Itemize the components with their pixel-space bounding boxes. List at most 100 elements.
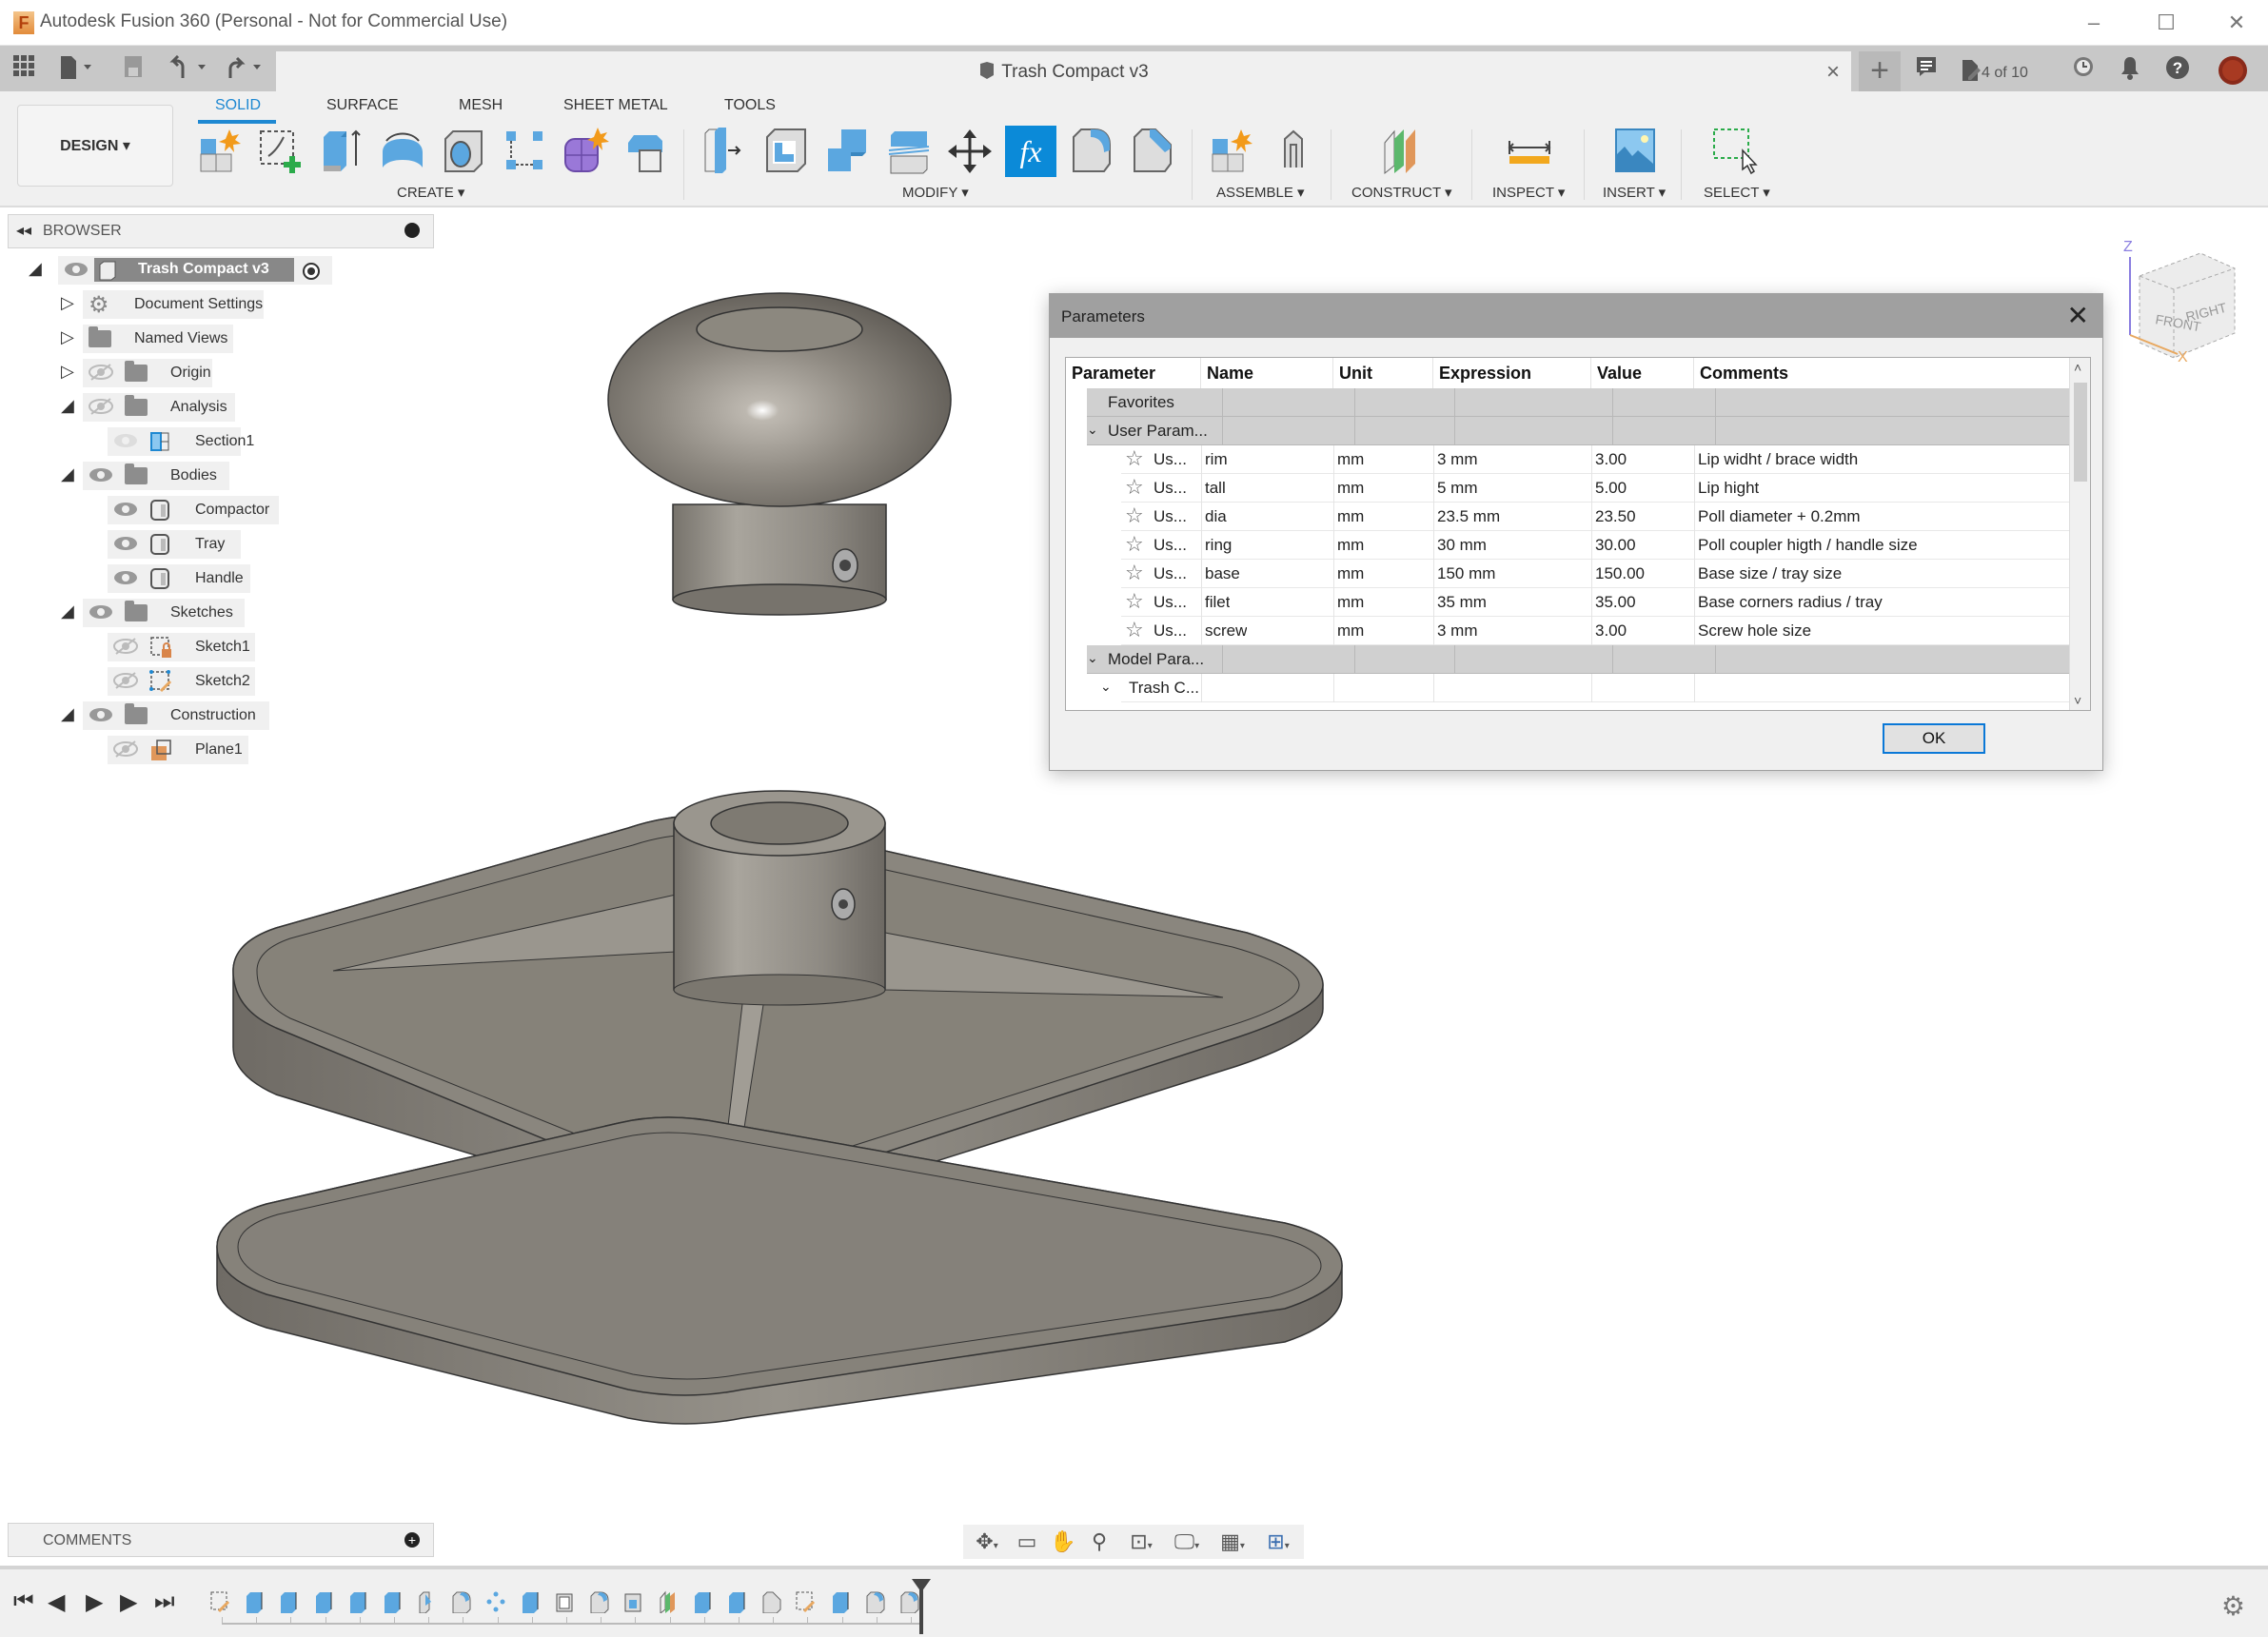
save-icon[interactable] — [124, 55, 143, 82]
parameter-unit[interactable]: mm — [1337, 593, 1364, 612]
timeline-feature-fillet-icon[interactable] — [864, 1590, 885, 1613]
timeline-feature-fillet-icon[interactable] — [450, 1590, 471, 1613]
redo-icon[interactable] — [225, 55, 266, 82]
notifications-icon[interactable] — [2115, 55, 2145, 86]
zoom-icon[interactable]: ⚲ — [1085, 1529, 1114, 1555]
favorite-star-icon[interactable]: ☆ — [1125, 618, 1144, 642]
minimize-button[interactable]: – — [2075, 8, 2113, 38]
parameter-comment[interactable]: Base corners radius / tray — [1698, 593, 1883, 612]
new-tab-button[interactable]: + — [1859, 51, 1901, 91]
chamfer-tool[interactable] — [1127, 126, 1178, 177]
scroll-up-icon[interactable]: ˄ — [2074, 360, 2081, 375]
step-back-icon[interactable]: ◀ — [48, 1588, 65, 1616]
collapse-node-icon[interactable]: ◢ — [61, 464, 74, 484]
new-component-tool[interactable] — [195, 126, 247, 177]
dialog-close-button[interactable]: ✕ — [2067, 300, 2089, 331]
tab-solid[interactable]: SOLID — [215, 97, 261, 114]
clock-icon[interactable] — [2068, 55, 2099, 86]
browser-node-named-views[interactable]: Named Views — [83, 325, 233, 353]
eye-hidden-icon[interactable] — [113, 672, 138, 689]
eye-icon[interactable] — [64, 261, 89, 278]
document-tab[interactable]: Trash Compact v3 × — [276, 51, 1851, 93]
orbit-icon[interactable]: ✥▾ — [967, 1529, 1007, 1555]
workspace-switcher[interactable]: DESIGN ▾ — [17, 105, 173, 187]
display-settings-icon[interactable]: 🖵▾ — [1167, 1529, 1207, 1555]
expand-node-icon[interactable]: ▷ — [61, 362, 74, 382]
parameter-row[interactable]: ☆ Us... dia mm 23.5 mm 23.50 Poll diameter + 0… — [1121, 503, 2071, 531]
parameter-unit[interactable]: mm — [1337, 621, 1364, 641]
dialog-title-bar[interactable]: Parameters ✕ — [1050, 294, 2102, 338]
create-sketch-tool[interactable] — [255, 126, 306, 177]
expand-node-icon[interactable]: ▷ — [61, 327, 74, 347]
browser-node-compactor[interactable]: Compactor — [108, 496, 279, 524]
parameter-unit[interactable]: mm — [1337, 536, 1364, 555]
add-comment-icon[interactable]: + — [404, 1532, 420, 1548]
close-window-button[interactable]: ✕ — [2218, 8, 2256, 38]
eye-hidden-icon[interactable] — [89, 398, 113, 415]
eye-icon[interactable] — [113, 535, 138, 552]
timeline-feature-shell-icon[interactable] — [554, 1590, 575, 1613]
timeline-feature-extrude-icon[interactable] — [726, 1590, 747, 1613]
help-icon[interactable]: ? — [2162, 55, 2193, 86]
timeline-feature-extrude-icon[interactable] — [278, 1590, 299, 1613]
column-header-parameter[interactable]: Parameter — [1066, 358, 1201, 388]
timeline-feature-sketch-icon[interactable] — [795, 1590, 816, 1613]
eye-icon[interactable] — [89, 603, 113, 621]
parameter-row[interactable]: ☆ Us... ring mm 30 mm 30.00 Poll coupler higth… — [1121, 531, 2071, 560]
inspect-menu[interactable]: INSPECT ▾ — [1492, 184, 1565, 201]
column-header-value[interactable]: Value — [1591, 358, 1694, 388]
parameter-row[interactable]: ☆ Us... tall mm 5 mm 5.00 Lip hight — [1121, 474, 2071, 503]
new-component-assemble-tool[interactable] — [1207, 126, 1258, 177]
change-parameters-tool[interactable]: fx — [1005, 126, 1056, 177]
parameter-name[interactable]: rim — [1205, 450, 1228, 469]
collapse-browser-icon[interactable]: ◂◂ — [16, 221, 31, 240]
insert-canvas-tool[interactable] — [1608, 126, 1660, 177]
parameter-name[interactable]: filet — [1205, 593, 1230, 612]
parameter-name[interactable]: tall — [1205, 479, 1226, 498]
user-avatar[interactable] — [2218, 55, 2248, 86]
eye-icon[interactable] — [89, 466, 113, 483]
timeline-marker[interactable] — [912, 1579, 931, 1634]
parameter-expression[interactable]: 3 mm — [1437, 450, 1478, 469]
browser-node-bodies[interactable]: Bodies — [83, 462, 229, 490]
column-header-expression[interactable]: Expression — [1433, 358, 1591, 388]
parameter-expression[interactable]: 30 mm — [1437, 536, 1487, 555]
timeline-settings-icon[interactable]: ⚙ — [2221, 1590, 2245, 1622]
parameter-name[interactable]: screw — [1205, 621, 1247, 641]
model-component-row[interactable]: ⌄ Trash C... — [1100, 674, 2071, 702]
file-icon[interactable] — [59, 55, 97, 82]
parameter-comment[interactable]: Lip hight — [1698, 479, 1759, 498]
timeline-feature-extrude-icon[interactable] — [520, 1590, 541, 1613]
favorite-star-icon[interactable]: ☆ — [1125, 446, 1144, 471]
undo-icon[interactable] — [169, 54, 211, 82]
viewports-icon[interactable]: ⊞▾ — [1258, 1529, 1298, 1555]
parameter-name[interactable]: dia — [1205, 507, 1227, 526]
browser-node-sketch1[interactable]: Sketch1 — [108, 633, 255, 661]
timeline-feature-chamfer-icon[interactable] — [760, 1590, 781, 1613]
press-pull-tool[interactable] — [700, 126, 751, 177]
tab-surface[interactable]: SURFACE — [326, 97, 399, 114]
go-to-end-icon[interactable]: ⏭ — [154, 1588, 175, 1615]
parameter-comment[interactable]: Poll diameter + 0.2mm — [1698, 507, 1861, 526]
offset-face-tool[interactable] — [883, 126, 935, 177]
parameter-unit[interactable]: mm — [1337, 507, 1364, 526]
parameter-expression[interactable]: 23.5 mm — [1437, 507, 1500, 526]
browser-node-sketch2[interactable]: Sketch2 — [108, 667, 255, 696]
tray-body[interactable] — [216, 1116, 1343, 1425]
parameter-row[interactable]: ☆ Us... filet mm 35 mm 35.00 Base corners radi… — [1121, 588, 2071, 617]
construct-menu[interactable]: CONSTRUCT ▾ — [1351, 184, 1452, 201]
fillet-tool[interactable] — [1066, 126, 1117, 177]
comments-icon[interactable] — [1911, 55, 1942, 86]
favorite-star-icon[interactable]: ☆ — [1125, 475, 1144, 500]
eye-hidden-icon[interactable] — [113, 740, 138, 758]
table-scrollbar[interactable]: ˄ ˅ — [2069, 358, 2090, 710]
go-to-start-icon[interactable]: ⏮ — [13, 1588, 34, 1615]
favorite-star-icon[interactable]: ☆ — [1125, 503, 1144, 528]
measure-tool[interactable] — [1504, 126, 1555, 177]
browser-options-icon[interactable] — [404, 223, 420, 238]
group-toggle-icon[interactable]: ⌄ — [1100, 679, 1112, 695]
timeline-feature-extrude-icon[interactable] — [313, 1590, 334, 1613]
fit-icon[interactable]: ⊡▾ — [1121, 1529, 1161, 1555]
handle-body[interactable] — [607, 292, 952, 616]
parameter-comment[interactable]: Lip widht / brace width — [1698, 450, 1858, 469]
